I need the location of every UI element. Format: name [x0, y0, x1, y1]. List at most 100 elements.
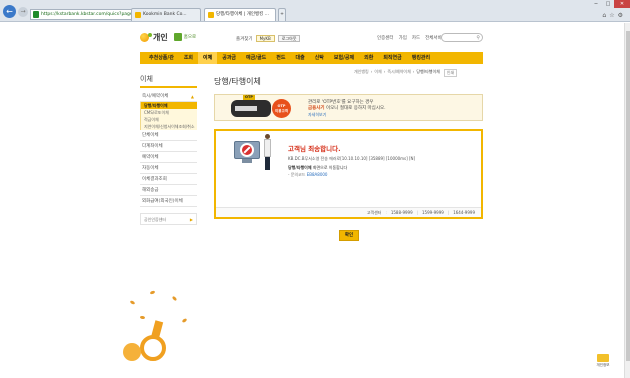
nav-item-bills[interactable]: 공과금 — [217, 52, 241, 64]
sidebar-item-result[interactable]: 이체결과조회 — [140, 174, 197, 185]
search-input[interactable]: ⚲ — [441, 33, 483, 42]
nav-item-pension[interactable]: 퇴직연금 — [378, 52, 406, 64]
otp-detail-link[interactable]: 자세히보기 — [308, 112, 386, 118]
favorites-link[interactable]: 즐겨찾기 — [236, 36, 253, 42]
nav-item-loan[interactable]: 대출 — [290, 52, 309, 64]
tab-kookmin[interactable]: Kookmin Bank Co... — [131, 8, 201, 21]
nav-item-transfer[interactable]: 이체 — [198, 52, 218, 64]
inquiry-prefix: - 문의코드 — [288, 172, 307, 177]
otp-warning-text: 관리로 'OTP번호'를 요구하는 경우 금융사기 이오니 절대로 응하지 마십… — [308, 100, 386, 118]
privacy-help-widget[interactable]: 개인정보 — [591, 354, 615, 368]
error-monitor-icon — [234, 141, 266, 167]
page-content: 개인 홈으로 즐겨찾기 MyKB 로그아웃 인증센터 가입 카드 전체서비스 G… — [0, 23, 630, 378]
lock-icon — [33, 11, 39, 18]
forward-button[interactable]: → — [18, 7, 28, 17]
close-window-button[interactable]: ✕ — [614, 0, 630, 8]
vertical-scrollbar[interactable] — [624, 23, 630, 378]
tab-label: 당행/타행이체 | 개인뱅킹 ... — [216, 12, 270, 17]
sidebar-item-reserved[interactable]: 예약이체 — [140, 152, 197, 163]
customer-center-label: 고객센터 — [366, 209, 382, 215]
phone-number: 1588-9999 — [390, 210, 413, 215]
sidebar-title: 이체 — [140, 74, 197, 88]
browser-chrome: ← → https://kstarbank.kbstar.com/quics?p… — [0, 0, 630, 22]
otp-customer-badge: OTP 이용고객 — [272, 99, 291, 118]
cert-center-label: 공인인증센터 — [144, 217, 167, 222]
breadcrumb: 개인뱅킹 › 이체 › 즉시/예약이체 › 당행/타행이체 인쇄 — [354, 69, 458, 77]
window-controls: ─ □ ✕ — [590, 0, 630, 8]
sidebar-submenu: 당행/타행이체 CMS/로또이체 적금이체 지연이체/신청서이체조회/취소 — [140, 102, 197, 130]
home-icon[interactable] — [173, 33, 182, 41]
error-code: KB.DC.B무서소영 전송 에러로[10.10.10.10] [35889] … — [288, 156, 416, 161]
mykb-button[interactable]: MyKB — [255, 35, 275, 42]
print-button[interactable]: 인쇄 — [443, 69, 458, 77]
back-button[interactable]: ← — [3, 5, 16, 18]
confirm-button[interactable]: 확인 — [339, 230, 359, 241]
sidebar-item-multi[interactable]: 다계좌이체 — [140, 141, 197, 152]
phone-number: 1644-9999 — [453, 210, 475, 215]
minimize-button[interactable]: ─ — [590, 0, 602, 8]
breadcrumb-item[interactable]: 개인뱅킹 — [354, 69, 369, 77]
sidebar-sub-cms[interactable]: CMS/로또이체 — [141, 109, 197, 116]
toplink-cert[interactable]: 인증센터 — [377, 35, 394, 41]
error-inquiry-code: - 문의코드 EB8A8000 — [288, 172, 327, 178]
privacy-label: 개인정보 — [596, 363, 610, 367]
autumn-horn-illustration — [120, 290, 200, 378]
nav-item-inquiry[interactable]: 조회 — [179, 52, 198, 64]
otp-screen — [235, 106, 257, 111]
new-tab-button[interactable]: + — [278, 8, 286, 21]
logout-button[interactable]: 로그아웃 — [277, 35, 301, 42]
inquiry-code-link[interactable]: EB8A8000 — [307, 172, 328, 177]
otp-line2-rest: 이오니 절대로 응하지 마십시오. — [324, 106, 386, 111]
cert-center-link[interactable]: 공인인증센터 ▶ — [140, 213, 197, 225]
otp-device-icon: OTP — [231, 95, 271, 117]
nav-item-forex[interactable]: 외환 — [359, 52, 378, 64]
browser-tool-icons[interactable]: ⌂☆⚙ — [602, 12, 626, 19]
error-message-rest: 화면으로 이동합니다 — [311, 165, 348, 170]
page-title: 당행/타행이체 — [214, 77, 261, 86]
tab-label: Kookmin Bank Co... — [143, 12, 187, 17]
kb-logo[interactable]: 개인 홈으로 — [140, 32, 196, 42]
error-title: 고객님 죄송합니다. — [288, 145, 341, 153]
nav-item-recommend[interactable]: 추천상품/관 — [140, 52, 179, 64]
maximize-button[interactable]: □ — [602, 0, 614, 8]
nav-item-trust[interactable]: 신탁 — [310, 52, 329, 64]
breadcrumb-item[interactable]: 이체 — [374, 69, 381, 77]
sidebar-item-group[interactable]: 단체이체 — [140, 130, 197, 141]
customer-center-bar: 고객센터: 1588-9999 | 1599-9999 | 1644-9999 — [216, 207, 481, 217]
otp-warning-banner: OTP OTP 이용고객 관리로 'OTP번호'를 요구하는 경우 금융사기 이… — [214, 94, 483, 121]
fraud-word: 금융사기 — [308, 106, 325, 111]
arrow-right-icon: ▶ — [189, 217, 193, 222]
phone-number: 1599-9999 — [422, 210, 444, 215]
badge-line: 이용고객 — [275, 109, 288, 113]
nav-item-fund[interactable]: 펀드 — [271, 52, 290, 64]
toplink-join[interactable]: 가입 — [399, 35, 407, 41]
sidebar-item-foreign-payroll[interactable]: 외화급여(외국인)이체 — [140, 196, 197, 207]
search-icon[interactable]: ⚲ — [476, 35, 480, 41]
sidebar-item-overseas[interactable]: 해외송금 — [140, 185, 197, 196]
home-link[interactable]: 홈으로 — [184, 34, 196, 40]
sidebar-item-auto[interactable]: 자동이체 — [140, 163, 197, 174]
scrollbar-thumb[interactable] — [626, 31, 630, 361]
error-message: 당행/타행이체 화면으로 이동합니다 — [288, 165, 347, 171]
brand-label: 개인 — [153, 32, 168, 42]
main-nav: 추천상품/관 조회 이체 공과금 예금/골드 펀드 대출 신탁 보험/공제 외환… — [140, 52, 483, 64]
nav-item-insurance[interactable]: 보험/공제 — [329, 52, 359, 64]
toplink-card[interactable]: 카드 — [412, 35, 420, 41]
kb-star-icon — [140, 32, 152, 42]
sidebar-section-instant[interactable]: 즉시/예약이체 ▲ — [140, 91, 197, 102]
otp-flag-label: OTP — [243, 95, 255, 100]
sidebar-sub-domestic[interactable]: 당행/타행이체 — [141, 102, 197, 109]
nav-item-deposit[interactable]: 예금/골드 — [241, 52, 271, 64]
breadcrumb-item[interactable]: 즉시/예약이체 — [387, 69, 410, 77]
stop-sign-icon — [240, 143, 254, 157]
collapse-arrow-icon: ▲ — [190, 94, 194, 99]
sidebar-sub-delayed[interactable]: 지연이체/신청서이체조회/취소 — [141, 123, 197, 130]
staff-figure-icon — [263, 134, 272, 172]
error-message-target: 당행/타행이체 — [288, 165, 312, 170]
sidebar-sub-savings[interactable]: 적금이체 — [141, 116, 197, 123]
error-panel: 고객님 죄송합니다. KB.DC.B무서소영 전송 에러로[10.10.10.1… — [214, 129, 483, 219]
nav-item-banking-mgmt[interactable]: 뱅킹관리 — [407, 52, 435, 64]
tab-transfer[interactable]: 당행/타행이체 | 개인뱅킹 ... — [204, 8, 276, 21]
utility-links: 즐겨찾기 MyKB 로그아웃 — [236, 35, 301, 42]
kb-favicon-icon — [208, 12, 214, 18]
